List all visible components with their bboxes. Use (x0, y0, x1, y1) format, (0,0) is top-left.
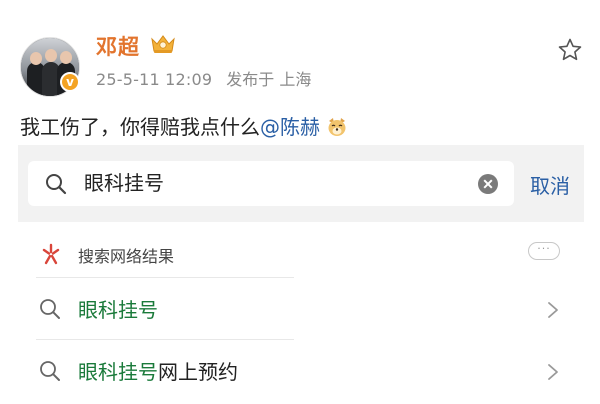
mention-link[interactable]: @陈赫 (260, 115, 320, 139)
vip-crown-icon (151, 35, 175, 53)
post-text: 我工伤了，你得赔我点什么@陈赫 (20, 111, 348, 140)
chevron-right-icon (548, 302, 558, 318)
result-highlight: 眼科挂号 (78, 298, 158, 322)
search-icon (40, 361, 60, 381)
result-rest: 网上预约 (158, 360, 238, 384)
search-bar: 眼科挂号 取消 (18, 145, 584, 222)
search-box[interactable]: 眼科挂号 (28, 161, 514, 206)
clear-icon[interactable] (477, 173, 499, 195)
verified-badge-icon: v (60, 72, 80, 92)
search-icon (46, 174, 67, 195)
username[interactable]: 邓超 (96, 31, 140, 61)
cancel-button[interactable]: 取消 (530, 170, 570, 199)
dog-emoji-icon (328, 118, 346, 136)
result-row[interactable]: 眼科挂号网上预约 (18, 346, 584, 398)
search-input[interactable]: 眼科挂号 (84, 169, 164, 197)
result-text: 眼科挂号网上预约 (78, 356, 238, 385)
post-time: 25-5-11 12:09 (96, 70, 213, 89)
chevron-right-icon (548, 364, 558, 380)
result-text: 眼科挂号 (78, 294, 158, 323)
post-header: v 邓超 25-5-11 12:09 发布于 上海 (0, 0, 600, 100)
divider (36, 339, 294, 340)
more-icon[interactable]: ··· (528, 242, 560, 260)
web-results-header: 搜索网络结果 ··· (18, 235, 584, 275)
web-spark-icon (42, 243, 60, 265)
search-screenshot: 眼科挂号 取消 搜索网络结果 ··· 眼科挂号 眼科挂号网上预约 (18, 145, 584, 404)
result-highlight: 眼科挂号 (78, 360, 158, 384)
post-body: 我工伤了，你得赔我点什么 (20, 115, 260, 139)
search-icon (40, 299, 60, 319)
result-row[interactable]: 眼科挂号 (18, 284, 584, 336)
post-meta: 25-5-11 12:09 发布于 上海 (96, 66, 311, 90)
web-results-label: 搜索网络结果 (78, 247, 175, 266)
star-icon[interactable] (557, 37, 583, 63)
divider (36, 277, 294, 278)
post-source: 发布于 上海 (226, 70, 312, 89)
